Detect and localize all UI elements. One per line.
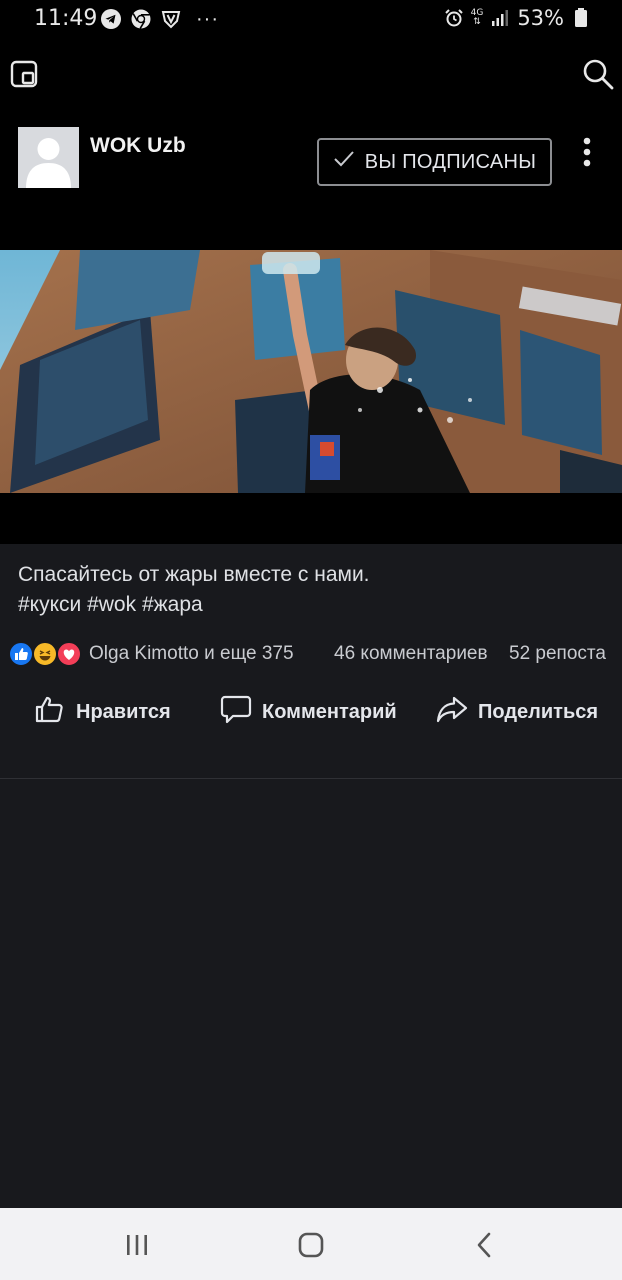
reactions-names[interactable]: Olga Kimotto и еще 375	[89, 643, 294, 665]
comment-button[interactable]: Комментарий	[220, 690, 397, 734]
status-time: 11:49	[34, 6, 98, 31]
share-label: Поделиться	[478, 700, 599, 723]
status-system-icons: 4G ⇅ 53%	[443, 6, 592, 30]
comment-icon	[220, 693, 252, 731]
picture-in-picture-icon[interactable]	[10, 60, 38, 88]
page-header: WOK Uzb ВЫ ПОДПИСАНЫ	[0, 110, 622, 198]
vpn-shield-icon	[160, 8, 182, 30]
haha-reaction-icon	[32, 641, 58, 667]
recent-apps-icon[interactable]	[122, 1230, 152, 1260]
comment-label: Комментарий	[262, 700, 397, 723]
more-notifications-icon: ···	[196, 8, 219, 30]
check-icon	[333, 150, 355, 174]
share-icon	[436, 693, 468, 731]
post-actions: Нравится Комментарий Поделиться	[0, 690, 622, 734]
video-thumbnail	[0, 250, 622, 493]
back-icon[interactable]	[470, 1230, 500, 1260]
telegram-icon	[100, 8, 122, 30]
more-vertical-icon[interactable]	[578, 136, 596, 170]
like-reaction-icon	[8, 641, 34, 667]
share-button[interactable]: Поделиться	[436, 690, 598, 734]
status-bar: 11:49 ··· 4G ⇅ 53%	[0, 0, 622, 40]
reaction-icons	[8, 640, 84, 668]
app-bar	[0, 40, 622, 110]
search-icon[interactable]	[582, 58, 614, 90]
chrome-icon	[130, 8, 152, 30]
signal-icon	[489, 7, 511, 29]
reposts-count[interactable]: 52 репоста	[509, 643, 606, 665]
comments-count[interactable]: 46 комментариев	[334, 643, 488, 665]
love-reaction-icon	[56, 641, 82, 667]
page-name[interactable]: WOK Uzb	[90, 134, 186, 158]
divider	[0, 778, 622, 779]
system-nav-bar	[0, 1208, 622, 1280]
avatar[interactable]	[18, 127, 79, 188]
battery-percent: 53%	[517, 6, 564, 30]
post-hashtags[interactable]: #кукси #wok #жара	[18, 590, 608, 620]
home-icon[interactable]	[296, 1230, 326, 1260]
reactions-summary[interactable]: Olga Kimotto и еще 375 46 комментариев 5…	[8, 640, 614, 668]
post-text: Спасайтесь от жары вместе с нами. #кукси…	[18, 560, 608, 620]
alarm-icon	[443, 7, 465, 29]
post-text-line: Спасайтесь от жары вместе с нами.	[18, 563, 370, 586]
like-label: Нравится	[76, 700, 171, 723]
status-notification-icons: ···	[100, 8, 219, 30]
subscribed-button[interactable]: ВЫ ПОДПИСАНЫ	[317, 138, 552, 186]
video-player[interactable]	[0, 198, 622, 544]
thumbs-up-icon	[34, 693, 66, 731]
like-button[interactable]: Нравится	[34, 690, 171, 734]
network-type: 4G ⇅	[470, 8, 484, 27]
subscribed-label: ВЫ ПОДПИСАНЫ	[364, 150, 537, 173]
battery-icon	[570, 7, 592, 29]
